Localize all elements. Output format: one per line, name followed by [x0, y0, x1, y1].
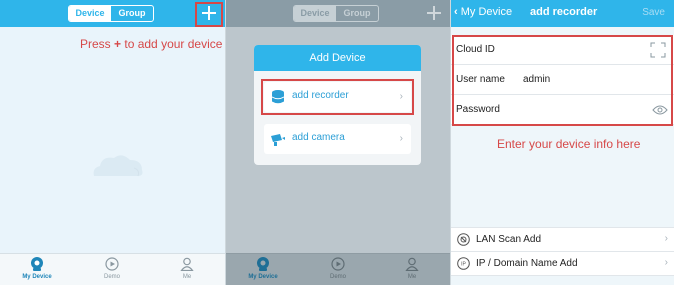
bottom-tab-bar: My Device Demo Me	[226, 253, 450, 285]
chevron-right-icon: ›	[664, 257, 668, 268]
segment-group[interactable]: Group	[336, 6, 378, 21]
back-button[interactable]: ‹ My Device	[454, 6, 512, 18]
chevron-left-icon: ‹	[454, 6, 458, 18]
tab-demo-label: Demo	[103, 274, 120, 280]
my-device-icon	[31, 257, 43, 271]
tab-demo[interactable]: Demo	[318, 257, 358, 280]
lan-scan-add-label: LAN Scan Add	[476, 234, 542, 245]
play-icon	[331, 257, 345, 271]
empty-cloud-icon	[93, 155, 143, 177]
person-icon	[180, 257, 194, 271]
nav-header-dimmed: Device Group	[226, 0, 450, 27]
add-device-dialog-screen: Device Group Add Device add recorder › a…	[226, 0, 450, 285]
tab-me-label: Me	[182, 274, 192, 280]
lan-scan-icon	[457, 233, 470, 246]
person-icon	[405, 257, 419, 271]
add-device-hint: Press + to add your device	[80, 37, 222, 51]
tab-me[interactable]: Me	[167, 257, 207, 280]
dialog-title: Add Device	[254, 45, 421, 71]
tab-demo-label: Demo	[329, 274, 346, 280]
device-info-hint: Enter your device info here	[497, 137, 641, 151]
back-label: My Device	[460, 6, 513, 18]
play-icon	[105, 257, 119, 271]
hint-text-post: to add your device	[121, 37, 223, 51]
ip-domain-add-label: IP / Domain Name Add	[476, 258, 578, 269]
plus-highlight-box	[195, 2, 223, 27]
bottom-tab-bar: My Device Demo Me	[0, 253, 225, 285]
tab-my-device-label: My Device	[248, 274, 278, 280]
my-device-icon	[257, 257, 269, 271]
add-camera-option[interactable]: add camera ›	[264, 124, 411, 154]
hint-plus: +	[114, 37, 122, 51]
svg-text:IP: IP	[461, 262, 466, 268]
form-highlight-box	[452, 35, 673, 126]
ip-domain-add-item[interactable]: IP IP / Domain Name Add ›	[451, 252, 674, 276]
device-group-segment: Device Group	[293, 5, 379, 22]
tab-me-label: Me	[407, 274, 417, 280]
add-device-plus-icon[interactable]	[424, 3, 444, 23]
segment-device[interactable]: Device	[294, 6, 336, 21]
chevron-right-icon: ›	[664, 233, 668, 244]
add-methods-list: LAN Scan Add › IP IP / Domain Name Add ›	[451, 227, 674, 276]
segment-device[interactable]: Device	[69, 6, 111, 21]
save-button[interactable]: Save	[642, 7, 665, 18]
nav-header: ‹ My Device add recorder Save	[451, 0, 674, 27]
ip-icon: IP	[457, 257, 470, 270]
page-title: add recorder	[530, 6, 598, 18]
device-list-screen: Device Group Press + to add your device …	[0, 0, 225, 285]
hint-text-pre: Press	[80, 37, 115, 51]
recorder-highlight-box	[261, 79, 414, 115]
lan-scan-add-item[interactable]: LAN Scan Add ›	[451, 228, 674, 252]
tab-my-device[interactable]: My Device	[243, 257, 283, 280]
nav-header: Device Group	[0, 0, 225, 27]
screenshot-composite: Device Group Press + to add your device …	[0, 0, 674, 285]
chevron-right-icon: ›	[399, 133, 403, 144]
device-group-segment: Device Group	[68, 5, 154, 22]
camera-icon	[271, 134, 285, 146]
add-recorder-screen: ‹ My Device add recorder Save Cloud ID U…	[451, 0, 674, 285]
add-camera-label: add camera	[292, 132, 345, 143]
tab-me[interactable]: Me	[392, 257, 432, 280]
tab-my-device-label: My Device	[22, 274, 52, 280]
segment-group[interactable]: Group	[111, 6, 153, 21]
tab-my-device[interactable]: My Device	[17, 257, 57, 280]
tab-demo[interactable]: Demo	[92, 257, 132, 280]
